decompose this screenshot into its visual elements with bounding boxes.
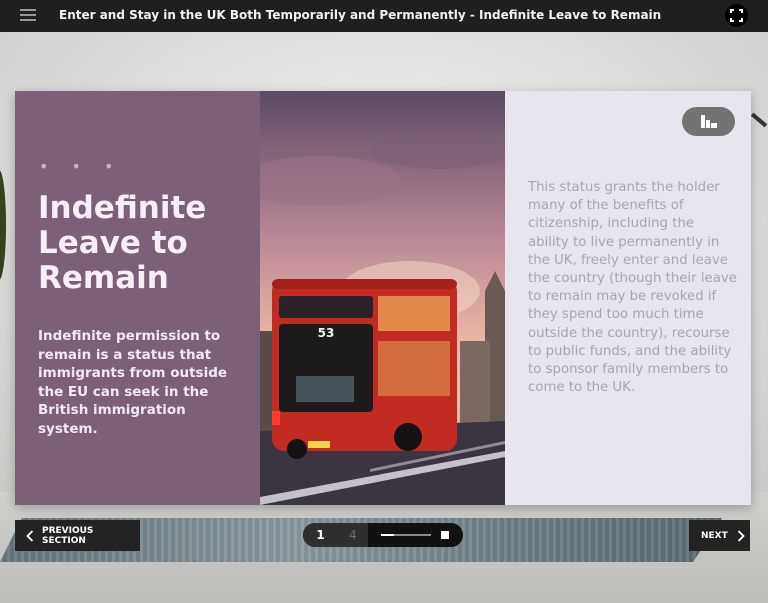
bar-chart-icon bbox=[701, 115, 717, 128]
page-indicator: 1 4 bbox=[303, 523, 463, 547]
next-label: NEXT bbox=[701, 530, 728, 541]
previous-section-label: PREVIOUS SECTION bbox=[41, 525, 94, 546]
title-panel: • • • Indefinite Leave to Remain Indefin… bbox=[15, 91, 260, 505]
slide-heading: Indefinite Leave to Remain bbox=[38, 190, 207, 296]
progress-bar bbox=[381, 534, 431, 536]
next-button[interactable]: NEXT bbox=[689, 520, 750, 551]
progress-bar-fill bbox=[381, 534, 394, 536]
total-pages-number: 4 bbox=[338, 523, 368, 547]
london-bus-photo: 53 bbox=[260, 91, 505, 505]
progress-end-marker bbox=[441, 531, 449, 539]
description-panel: This status grants the holder many of th… bbox=[505, 91, 751, 505]
chart-button[interactable] bbox=[682, 107, 735, 136]
decorative-dots: • • • bbox=[39, 157, 123, 176]
chevron-right-icon bbox=[737, 529, 745, 542]
fullscreen-button[interactable] bbox=[725, 4, 748, 27]
fullscreen-icon bbox=[730, 9, 743, 22]
bus-route-number: 53 bbox=[318, 326, 335, 340]
chevron-left-icon bbox=[26, 529, 34, 542]
current-page-number: 1 bbox=[303, 523, 338, 547]
slide-body-text: This status grants the holder many of th… bbox=[528, 180, 737, 396]
top-bar: Enter and Stay in the UK Both Temporaril… bbox=[0, 0, 768, 32]
hamburger-menu-icon[interactable] bbox=[20, 9, 36, 23]
slide: • • • Indefinite Leave to Remain Indefin… bbox=[15, 91, 751, 505]
previous-section-button[interactable]: PREVIOUS SECTION bbox=[15, 520, 140, 551]
slide-subtext: Indefinite permission to remain is a sta… bbox=[38, 328, 228, 437]
course-title: Enter and Stay in the UK Both Temporaril… bbox=[59, 8, 662, 22]
